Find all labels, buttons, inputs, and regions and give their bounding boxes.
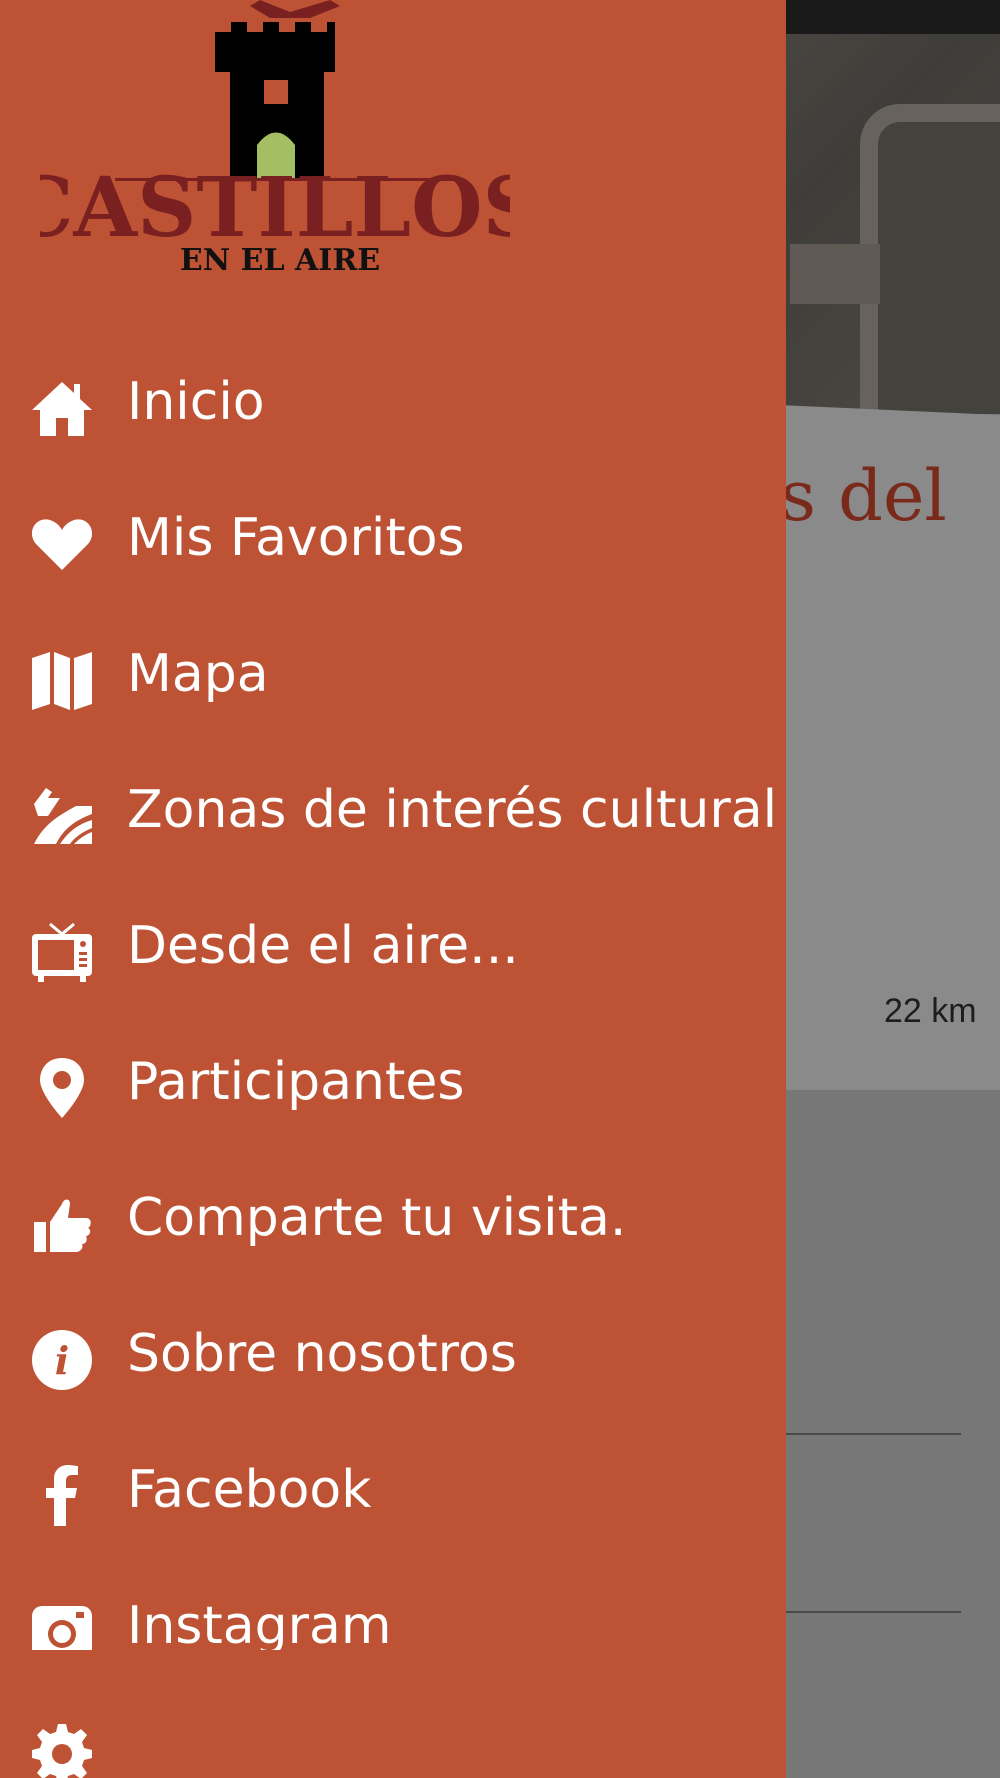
menu-item-comparte[interactable]: Comparte tu visita.	[0, 1154, 786, 1290]
card-title: s del	[780, 455, 947, 537]
logo-subtitle: EN EL AIRE	[180, 243, 380, 278]
drawer-menu: Inicio Mis Favoritos Mapa Zonas de inter…	[0, 338, 786, 1698]
menu-item-settings[interactable]	[0, 1700, 786, 1778]
menu-item-label: Mapa	[127, 644, 269, 704]
menu-item-label: Sobre nosotros	[127, 1324, 517, 1384]
menu-item-desde-el-aire[interactable]: Desde el aire...	[0, 882, 786, 1018]
menu-item-label: Desde el aire...	[127, 916, 519, 976]
home-icon	[30, 378, 94, 438]
castillos-logo: CASTILLOS EN EL AIRE	[40, 0, 510, 278]
thumbs-up-icon	[30, 1194, 94, 1254]
navigation-drawer: CASTILLOS EN EL AIRE Inicio Mis Favorito…	[0, 0, 786, 1778]
menu-item-inicio[interactable]: Inicio	[0, 338, 786, 474]
heart-icon	[30, 514, 94, 574]
menu-item-facebook[interactable]: Facebook	[0, 1426, 786, 1562]
menu-item-label: Mis Favoritos	[127, 508, 465, 568]
divider	[786, 1611, 961, 1613]
card-distance: 22 km	[884, 992, 977, 1030]
map-icon	[30, 650, 94, 710]
divider	[786, 1433, 961, 1435]
menu-item-mapa[interactable]: Mapa	[0, 610, 786, 746]
menu-item-label: Facebook	[127, 1460, 372, 1520]
menu-item-label: Inicio	[127, 372, 265, 432]
facebook-icon	[30, 1465, 94, 1526]
drawer-clip	[0, 1650, 786, 1680]
menu-item-label: Participantes	[127, 1052, 465, 1112]
menu-item-zonas[interactable]: Zonas de interés cultural	[0, 746, 786, 882]
gear-icon	[30, 1724, 94, 1778]
info-icon: i	[30, 1330, 94, 1390]
menu-item-favoritos[interactable]: Mis Favoritos	[0, 474, 786, 610]
svg-text:i: i	[55, 1338, 69, 1383]
menu-item-label: Comparte tu visita.	[127, 1188, 627, 1248]
menu-item-label: Zonas de interés cultural	[127, 780, 778, 840]
culture-zone-icon	[30, 786, 94, 846]
logo-title: CASTILLOS	[40, 160, 510, 256]
location-pin-icon	[30, 1058, 94, 1118]
menu-item-participantes[interactable]: Participantes	[0, 1018, 786, 1154]
menu-item-sobre-nosotros[interactable]: i Sobre nosotros	[0, 1290, 786, 1426]
tv-icon	[30, 922, 94, 982]
